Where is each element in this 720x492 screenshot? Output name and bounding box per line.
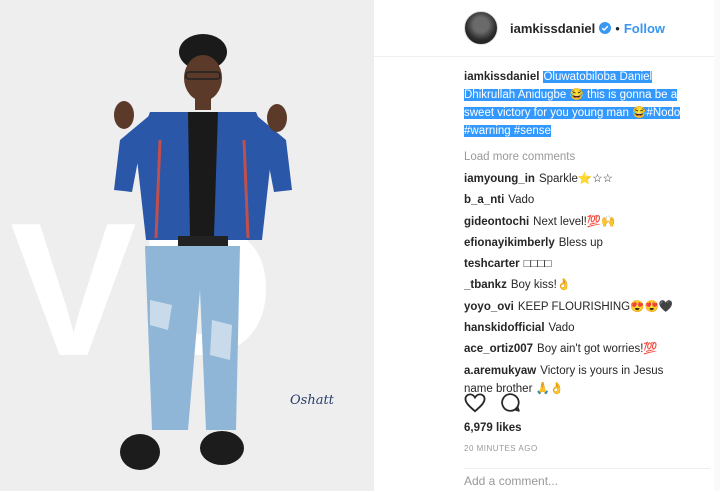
comment-item: hanskidofficial Vado	[464, 319, 694, 337]
post-actions	[464, 392, 535, 413]
post-side-panel: iamkissdaniel • Follow iamkissdaniel Oluw…	[374, 0, 720, 491]
comment-item: b_a_nti Vado	[464, 191, 694, 209]
heart-icon[interactable]	[464, 392, 486, 413]
post-caption: iamkissdaniel Oluwatobiloba Daniel Dhikru…	[464, 68, 694, 140]
comment-username[interactable]: efionayikimberly	[464, 237, 555, 249]
comment-text: Boy ain't got worries!💯	[537, 343, 658, 356]
comment-username[interactable]: yoyo_ovi	[464, 301, 514, 313]
comment-item: yoyo_ovi KEEP FLOURISHING😍😍🖤	[464, 298, 694, 316]
comment-username[interactable]: teshcarter	[464, 258, 520, 270]
comments-list: iamkissdaniel Oluwatobiloba Daniel Dhikru…	[464, 68, 694, 401]
comment-text: Boy kiss!👌	[510, 279, 572, 292]
post-timestamp: 20 MINUTES AGO	[464, 444, 538, 453]
post-header: iamkissdaniel • Follow	[374, 0, 720, 57]
scrollbar[interactable]	[714, 0, 720, 491]
photographer-logo: Oshatt	[290, 393, 335, 408]
photo-illustration: VD Oshatt	[0, 0, 374, 491]
add-comment-input[interactable]: Add a comment...	[464, 468, 710, 492]
comment-username[interactable]: hanskidofficial	[464, 322, 545, 334]
comment-username[interactable]: a.aremukyaw	[464, 365, 536, 377]
comment-text: Vado	[548, 322, 575, 335]
load-more-comments-button[interactable]: Load more comments	[464, 148, 694, 166]
follow-button[interactable]: Follow	[624, 21, 665, 36]
comment-item: efionayikimberly Bless up	[464, 234, 694, 252]
comment-item: teshcarter □□□□	[464, 255, 694, 273]
comment-icon[interactable]	[500, 392, 521, 413]
comment-item: ace_ortiz007 Boy ain't got worries!💯	[464, 340, 694, 358]
comment-username[interactable]: iamyoung_in	[464, 173, 535, 185]
comment-text: Sparkle⭐☆☆	[538, 173, 613, 185]
comment-text: Vado	[508, 194, 535, 207]
comment-item: iamyoung_in Sparkle⭐☆☆	[464, 170, 694, 188]
comment-item: gideontochi Next level!💯🙌	[464, 213, 694, 231]
post-photo: VD Oshatt	[0, 0, 374, 491]
comment-username[interactable]: ace_ortiz007	[464, 343, 533, 355]
comment-text: Next level!💯🙌	[533, 215, 616, 228]
header-separator: •	[615, 20, 620, 36]
comment-text: KEEP FLOURISHING😍😍🖤	[517, 300, 674, 313]
comment-username[interactable]: b_a_nti	[464, 194, 504, 206]
header-username[interactable]: iamkissdaniel	[510, 21, 595, 36]
likes-count[interactable]: 6,979 likes	[464, 422, 522, 434]
comment-text: □□□□	[523, 258, 552, 271]
comment-item: _tbankz Boy kiss!👌	[464, 276, 694, 294]
comment-username[interactable]: _tbankz	[464, 279, 507, 291]
verified-badge-icon	[599, 22, 612, 34]
comment-text: Bless up	[558, 236, 603, 249]
comment-username[interactable]: gideontochi	[464, 216, 529, 228]
avatar[interactable]	[464, 11, 498, 45]
caption-username[interactable]: iamkissdaniel	[464, 71, 539, 83]
